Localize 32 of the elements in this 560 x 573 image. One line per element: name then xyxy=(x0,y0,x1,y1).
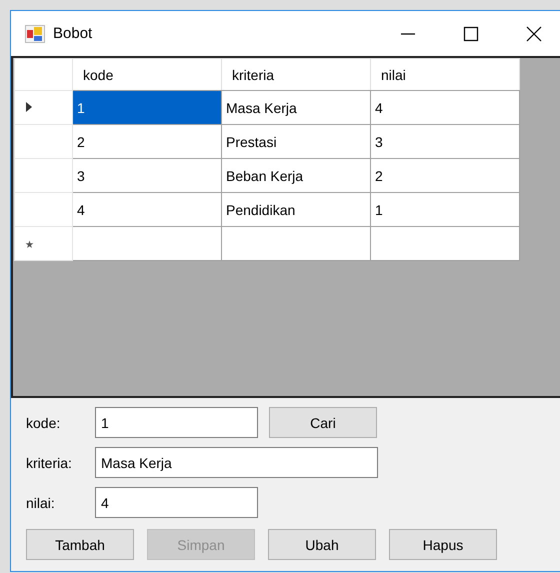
field-label: nilai: xyxy=(26,494,56,510)
corner-header xyxy=(14,58,72,90)
table-cell[interactable]: Beban Kerja xyxy=(222,158,370,192)
app-icon xyxy=(25,24,45,42)
table-cell[interactable]: 1 xyxy=(370,192,520,226)
maximize-icon[interactable] xyxy=(463,26,479,42)
column-header[interactable]: kriteria xyxy=(222,58,370,90)
window-title: Bobot xyxy=(53,25,92,42)
action-button[interactable]: Ubah xyxy=(268,529,376,560)
table-cell[interactable]: 3 xyxy=(72,158,222,192)
table-cell[interactable]: 4 xyxy=(370,90,520,124)
column-header[interactable]: nilai xyxy=(370,58,520,90)
input-field[interactable]: Masa Kerja xyxy=(95,447,378,478)
table-cell[interactable]: Prestasi xyxy=(222,124,370,158)
table-cell[interactable]: 4 xyxy=(72,192,222,226)
input-field[interactable]: 1 xyxy=(95,407,258,438)
field-label: kode: xyxy=(26,414,62,430)
action-button[interactable]: Hapus xyxy=(389,529,497,560)
table-cell[interactable]: Pendidikan xyxy=(222,192,370,226)
table-cell[interactable]: 2 xyxy=(370,158,520,192)
action-button[interactable]: Tambah xyxy=(26,529,134,560)
current-row-icon xyxy=(25,100,33,112)
table-cell[interactable]: Masa Kerja xyxy=(222,90,370,124)
table-cell[interactable]: 1 xyxy=(72,90,222,124)
new-row-icon xyxy=(25,240,34,248)
field-label: kriteria: xyxy=(26,454,73,470)
search-button[interactable]: Cari xyxy=(269,407,377,438)
column-header[interactable]: kode xyxy=(72,58,222,90)
input-field[interactable]: 4 xyxy=(95,487,258,518)
table-cell[interactable]: 2 xyxy=(72,124,222,158)
close-icon[interactable] xyxy=(526,26,542,42)
table-cell[interactable]: 3 xyxy=(370,124,520,158)
